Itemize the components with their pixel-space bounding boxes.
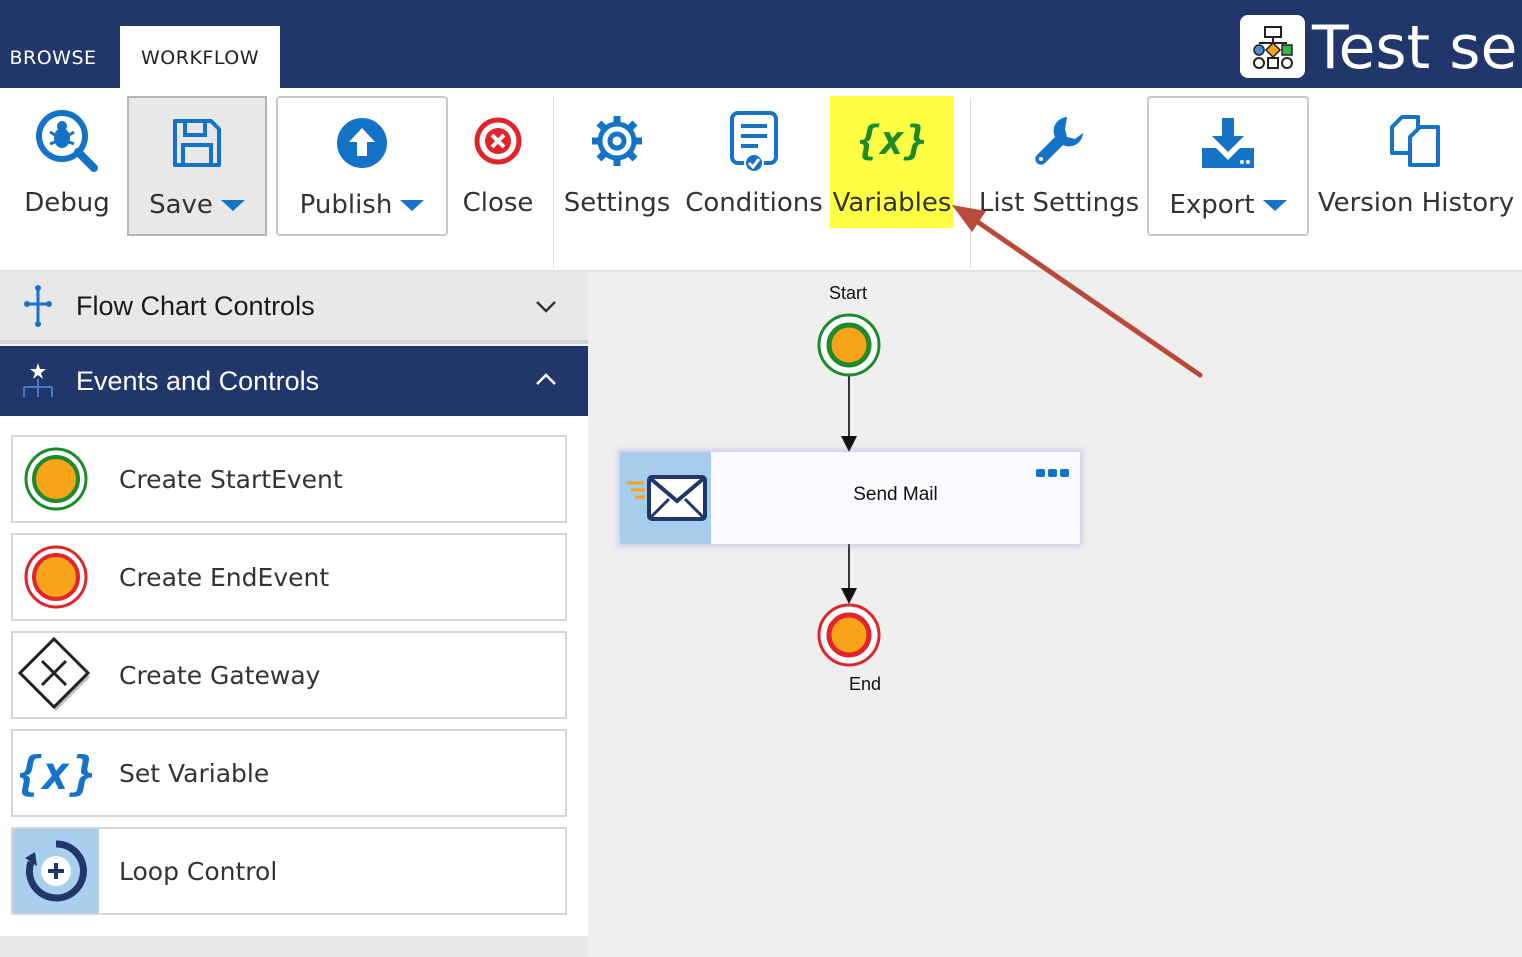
send-mail-task[interactable]: Send Mail — [620, 452, 1080, 544]
events-and-controls-title: Events and Controls — [76, 365, 320, 396]
publish-icon — [335, 98, 389, 188]
create-end-event-item[interactable]: Create EndEvent — [11, 533, 567, 621]
close-icon — [473, 96, 523, 186]
list-settings-button[interactable]: List Settings — [978, 96, 1140, 236]
start-event-icon — [13, 437, 99, 521]
top-bar: BROWSE WORKFLOW Test ser — [0, 0, 1522, 90]
start-event-node[interactable] — [817, 313, 881, 377]
variable-icon: {x} — [860, 96, 924, 186]
create-start-event-label: Create StartEvent — [119, 464, 343, 494]
set-variable-item[interactable]: {x} Set Variable — [11, 729, 567, 817]
set-variable-label: Set Variable — [119, 758, 270, 788]
task-title: Send Mail — [853, 484, 938, 505]
save-icon — [171, 98, 223, 188]
end-event-icon — [13, 535, 99, 619]
end-label: End — [849, 674, 882, 694]
events-and-controls-header[interactable]: Events and Controls — [0, 346, 588, 416]
copy-pages-icon — [1388, 96, 1444, 186]
chevron-down-icon — [534, 294, 558, 325]
loop-control-item[interactable]: Loop Control — [11, 827, 567, 915]
download-icon — [1200, 98, 1256, 188]
close-button[interactable]: Close — [458, 96, 538, 236]
create-end-event-label: Create EndEvent — [119, 562, 330, 592]
variable-icon: {x} — [13, 731, 99, 815]
publish-button[interactable]: Publish — [276, 96, 448, 236]
list-settings-label: List Settings — [978, 188, 1140, 218]
workflow-app-icon — [1240, 15, 1305, 78]
svg-text:{x}: {x} — [20, 746, 92, 800]
tool-list: Create StartEvent Create EndEvent Create… — [0, 416, 588, 936]
ribbon-divider — [970, 98, 971, 268]
conditions-button[interactable]: Conditions — [684, 96, 824, 236]
toolbox-panel: Flow Chart Controls Events and Controls — [0, 272, 588, 957]
gear-icon — [589, 96, 645, 186]
save-button[interactable]: Save — [127, 96, 267, 236]
chevron-down-icon — [400, 200, 425, 211]
workflow-canvas[interactable]: Start Send Mail End — [588, 272, 1522, 957]
chevron-up-icon — [534, 368, 558, 399]
variables-button[interactable]: {x} Variables — [830, 96, 954, 228]
hierarchy-icon — [0, 361, 76, 401]
debug-label: Debug — [24, 188, 110, 218]
version-history-label: Version History — [1317, 188, 1515, 218]
conditions-icon — [728, 96, 780, 186]
version-history-button[interactable]: Version History — [1318, 96, 1514, 236]
settings-label: Settings — [563, 188, 671, 218]
gateway-icon — [13, 633, 99, 717]
create-gateway-item[interactable]: Create Gateway — [11, 631, 567, 719]
wrench-icon — [1031, 96, 1087, 186]
close-label: Close — [462, 188, 534, 218]
flow-chart-controls-title: Flow Chart Controls — [76, 290, 315, 321]
mail-icon — [620, 452, 711, 544]
export-button[interactable]: Export — [1147, 96, 1309, 236]
loop-icon — [13, 829, 99, 913]
more-options-icon[interactable] — [1036, 464, 1070, 483]
chevron-down-icon — [220, 200, 245, 211]
start-label: Start — [829, 283, 868, 303]
chevron-down-icon — [1262, 200, 1287, 211]
app-title: Test ser — [1312, 13, 1522, 83]
loop-control-label: Loop Control — [119, 856, 278, 886]
debug-button[interactable]: Debug — [16, 96, 118, 236]
flow-connectors — [841, 376, 857, 604]
publish-label: Publish — [299, 190, 393, 220]
settings-button[interactable]: Settings — [564, 96, 670, 236]
create-gateway-label: Create Gateway — [119, 660, 321, 690]
create-start-event-item[interactable]: Create StartEvent — [11, 435, 567, 523]
end-event-node[interactable] — [817, 603, 881, 667]
debug-icon — [34, 96, 100, 186]
tab-browse[interactable]: BROWSE — [0, 28, 106, 88]
flowchart-icon — [0, 284, 76, 328]
svg-text:{x}: {x} — [860, 118, 924, 164]
tab-workflow[interactable]: WORKFLOW — [120, 26, 280, 90]
flow-chart-controls-header[interactable]: Flow Chart Controls — [0, 272, 588, 344]
save-label: Save — [149, 190, 213, 220]
toolbar-ribbon: Debug Save Publish Close Settings Condit… — [0, 88, 1522, 272]
ribbon-divider — [553, 98, 554, 268]
variables-label: Variables — [832, 188, 952, 218]
next-section-header[interactable] — [0, 936, 588, 957]
export-label: Export — [1169, 190, 1255, 220]
conditions-label: Conditions — [685, 188, 823, 218]
